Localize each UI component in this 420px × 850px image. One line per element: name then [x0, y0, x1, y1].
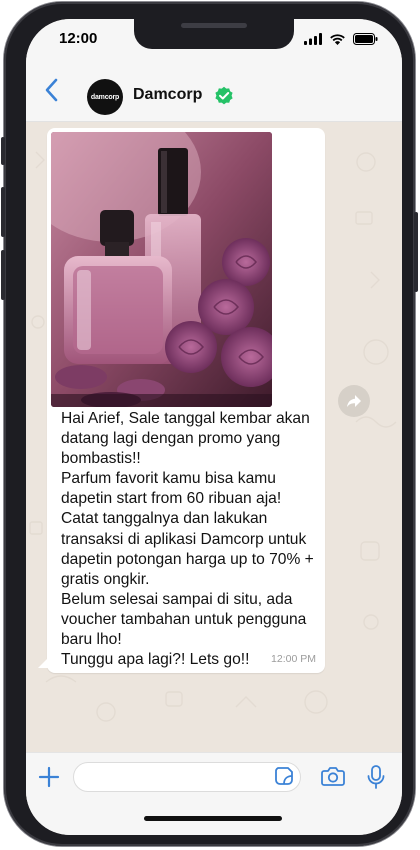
- wifi-icon: [330, 34, 345, 45]
- message-composer: [26, 752, 402, 835]
- sticker-button[interactable]: [274, 766, 294, 791]
- message-input[interactable]: [84, 767, 268, 789]
- volume-up-button: [1, 187, 5, 237]
- earpiece: [181, 23, 247, 28]
- contact-name[interactable]: Damcorp: [133, 86, 202, 104]
- message-bubble[interactable]: Hai Arief, Sale tanggal kembar akan data…: [47, 128, 325, 673]
- screen: 12:00 damcorp Damcorp Hai Arief, Sale ta…: [26, 19, 402, 835]
- avatar-logo-text: damcorp: [90, 93, 120, 101]
- message-timestamp: 12:00 PM: [271, 653, 316, 665]
- status-bar: 12:00: [26, 19, 402, 65]
- mute-switch: [1, 137, 5, 165]
- phone-frame: 12:00 damcorp Damcorp Hai Arief, Sale ta…: [1, 2, 418, 846]
- verified-badge-icon: [215, 86, 233, 105]
- chevron-left-icon: [45, 78, 58, 102]
- forward-button[interactable]: [338, 385, 370, 417]
- contact-avatar[interactable]: damcorp: [87, 79, 123, 115]
- message-input-box[interactable]: [73, 762, 301, 792]
- signal-icon: [304, 33, 322, 45]
- power-button: [414, 212, 418, 292]
- perfume-image-illustration: [51, 132, 272, 407]
- plus-icon: [38, 766, 60, 788]
- notch: [134, 19, 294, 49]
- camera-icon: [321, 767, 345, 786]
- chat-header: damcorp Damcorp: [26, 65, 402, 122]
- home-indicator[interactable]: [144, 816, 282, 821]
- message-image[interactable]: [51, 132, 272, 407]
- message-text: Hai Arief, Sale tanggal kembar akan data…: [61, 410, 314, 669]
- voice-record-button[interactable]: [366, 764, 386, 795]
- sticker-icon: [275, 767, 293, 785]
- forward-icon: [347, 395, 361, 408]
- camera-button[interactable]: [321, 766, 345, 791]
- back-button[interactable]: [42, 77, 62, 108]
- mic-icon: [367, 765, 385, 789]
- status-time: 12:00: [59, 30, 98, 47]
- bubble-tail: [38, 658, 48, 668]
- attach-button[interactable]: [38, 766, 60, 793]
- volume-down-button: [1, 250, 5, 300]
- status-icons: [304, 33, 378, 45]
- battery-icon: [353, 33, 378, 45]
